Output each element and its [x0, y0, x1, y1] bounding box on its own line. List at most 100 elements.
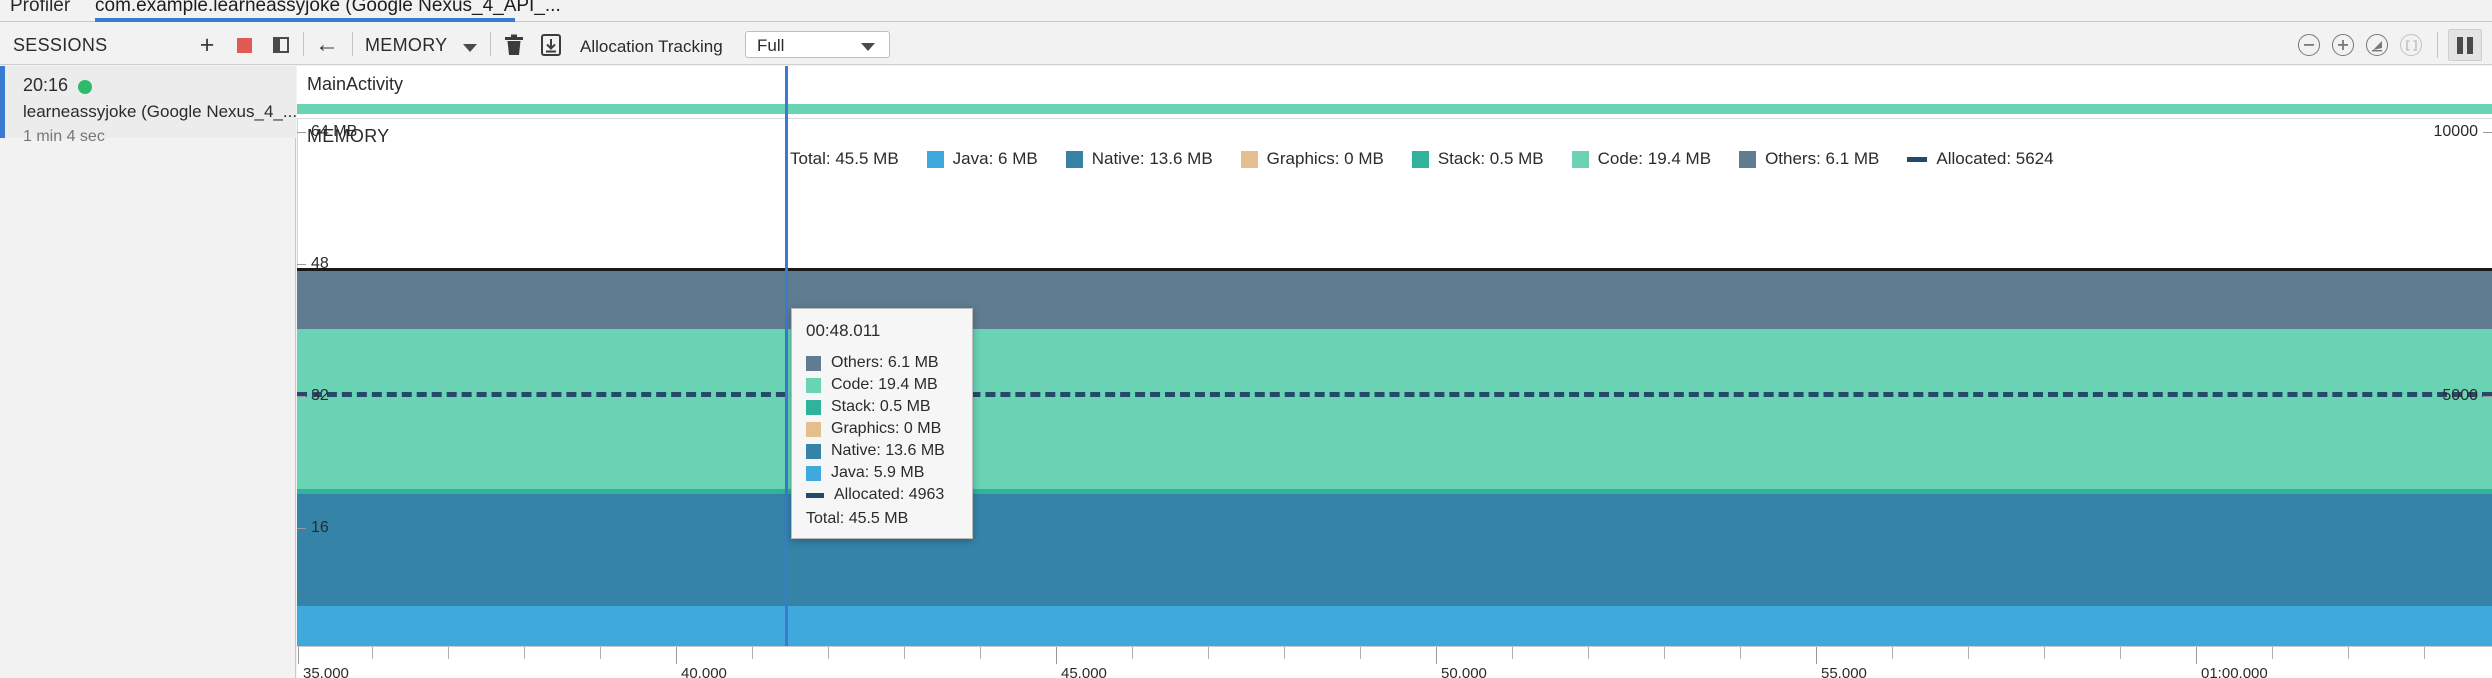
allocation-tracking-value: Full: [757, 36, 785, 55]
tooltip-swatch-allocated: [806, 492, 824, 498]
toolbar-separator-1: [303, 32, 304, 56]
legend-item-java[interactable]: Java: 6 MB: [926, 149, 1038, 169]
tooltip-swatch-others: [806, 355, 821, 371]
tooltip-label-graphics: Graphics: 0 MB: [831, 420, 942, 437]
tooltip-swatch-native: [806, 443, 821, 459]
tooltip-row-native: Native: 13.6 MB: [806, 440, 972, 462]
chevron-down-icon[interactable]: [463, 44, 477, 52]
session-time: 20:16: [23, 75, 69, 95]
x-tick-minor: [980, 647, 981, 659]
tooltip-label-others: Others: 6.1 MB: [831, 354, 939, 371]
allocation-tracking-label: Allocation Tracking: [580, 37, 723, 56]
back-button[interactable]: ←: [313, 31, 341, 59]
tooltip-label-allocated: Allocated: 4963: [834, 486, 945, 503]
legend-item-native[interactable]: Native: 13.6 MB: [1065, 149, 1213, 169]
legend-swatch-java: [926, 150, 944, 168]
zoom-out-button[interactable]: [2298, 34, 2320, 56]
x-tick-major: [1436, 647, 1437, 664]
y-tick-right-5000: [2483, 396, 2492, 397]
session-process-name: learneassyjoke (Google Nexus_4_...: [23, 102, 298, 121]
x-tick-minor: [600, 647, 601, 659]
tooltip-swatch-java: [806, 465, 821, 481]
legend-item-graphics[interactable]: Graphics: 0 MB: [1240, 149, 1384, 169]
x-label-55: 55.000: [1821, 665, 1867, 678]
x-tick-minor: [448, 647, 449, 659]
tooltip-label-java: Java: 5.9 MB: [831, 464, 925, 481]
allocation-tracking-select[interactable]: Full: [745, 31, 890, 58]
y-tick-64: [297, 132, 306, 133]
profiler-stage: MainActivity MEMORY 64 MB 48 32 16 10000…: [297, 66, 2492, 678]
reset-zoom-button[interactable]: [2366, 34, 2388, 56]
session-list-item[interactable]: 20:16 learneassyjoke (Google Nexus_4_...…: [0, 66, 298, 145]
activity-name-label: MainActivity: [307, 74, 404, 94]
tooltip-row-stack: Stack: 0.5 MB: [806, 396, 972, 418]
x-label-45: 45.000: [1061, 665, 1107, 678]
collapse-sessions-panel-button[interactable]: [267, 31, 295, 59]
plus-icon: +: [199, 30, 215, 59]
x-tick-minor: [1740, 647, 1741, 659]
stop-session-button[interactable]: [230, 31, 258, 59]
event-track[interactable]: MainActivity: [297, 66, 2492, 119]
zoom-reset-icon: [2371, 40, 2382, 51]
profiler-tool-label: Profiler: [10, 0, 71, 16]
legend-swatch-graphics: [1240, 150, 1258, 168]
x-tick-minor: [2120, 647, 2121, 659]
panel-toggle-icon: [273, 37, 289, 53]
y-label-64: 64 MB: [311, 123, 358, 140]
stop-square-icon: [236, 37, 252, 53]
y-tick-right-10000: [2483, 132, 2492, 133]
chevron-down-icon: [861, 43, 875, 51]
tooltip-row-graphics: Graphics: 0 MB: [806, 418, 972, 440]
tooltip-label-native: Native: 13.6 MB: [831, 442, 945, 459]
arrow-left-icon: ←: [315, 31, 339, 58]
memory-tooltip: 00:48.011 Others: 6.1 MB Code: 19.4 MB S…: [791, 308, 973, 539]
pause-button[interactable]: [2448, 29, 2482, 61]
y-tick-32: [297, 396, 306, 397]
timeline-x-axis[interactable]: 35.000 40.000 45.000 50.000 55.000 01:00…: [297, 646, 2492, 678]
x-tick-major: [298, 647, 299, 664]
legend-swatch-stack: [1411, 150, 1429, 168]
download-icon: [541, 34, 561, 56]
zoom-in-button[interactable]: [2332, 34, 2354, 56]
x-tick-minor: [828, 647, 829, 659]
x-tick-minor: [2348, 647, 2349, 659]
toolbar-separator-3: [490, 32, 491, 56]
legend-label-graphics: Graphics: 0 MB: [1266, 149, 1384, 168]
tooltip-swatch-code: [806, 377, 821, 393]
session-live-status-dot: [78, 80, 92, 94]
tooltip-label-code: Code: 19.4 MB: [831, 376, 938, 393]
tooltip-row-allocated: Allocated: 4963: [806, 484, 972, 506]
x-label-50: 50.000: [1441, 665, 1487, 678]
y-label-32: 32: [311, 387, 329, 404]
x-label-35: 35.000: [303, 665, 349, 678]
zoom-in-icon: [2338, 40, 2348, 50]
x-tick-major: [1056, 647, 1057, 664]
add-session-button[interactable]: +: [193, 31, 221, 59]
pause-icon-bar2: [2467, 36, 2473, 54]
x-tick-minor: [1968, 647, 1969, 659]
x-tick-minor: [904, 647, 905, 659]
x-tick-minor: [1664, 647, 1665, 659]
legend-swatch-others: [1739, 150, 1757, 168]
x-tick-minor: [1588, 647, 1589, 659]
sessions-panel: 20:16 learneassyjoke (Google Nexus_4_...…: [0, 66, 298, 678]
legend-item-stack[interactable]: Stack: 0.5 MB: [1411, 149, 1544, 169]
toolbar-separator-2: [352, 32, 353, 56]
profiler-toolbar: SESSIONS + ← MEMORY Allocation Tracking …: [0, 23, 2492, 65]
y-label-right-10000: 10000: [2433, 123, 2479, 140]
tab-active-process[interactable]: com.example.learneassyjoke (Google Nexus…: [95, 0, 561, 17]
memory-y-axis-left: 64 MB 48 32 16 10000 5000: [297, 119, 2492, 646]
legend-item-code[interactable]: Code: 19.4 MB: [1571, 149, 1711, 169]
attach-to-live-button[interactable]: [2400, 34, 2422, 56]
heap-dump-button[interactable]: [500, 31, 528, 59]
legend-item-others[interactable]: Others: 6.1 MB: [1739, 149, 1879, 169]
force-garbage-collection-button[interactable]: [537, 31, 565, 59]
tool-window-tabstrip: Profiler com.example.learneassyjoke (Goo…: [0, 0, 2492, 22]
x-tick-major: [1816, 647, 1817, 664]
zoom-out-icon: [2304, 44, 2314, 46]
x-tick-minor: [1892, 647, 1893, 659]
legend-item-allocated[interactable]: Allocated: 5624: [1907, 149, 2054, 169]
stage-selector-memory[interactable]: MEMORY: [365, 35, 447, 56]
tooltip-label-stack: Stack: 0.5 MB: [831, 398, 931, 415]
y-label-16: 16: [311, 519, 329, 536]
